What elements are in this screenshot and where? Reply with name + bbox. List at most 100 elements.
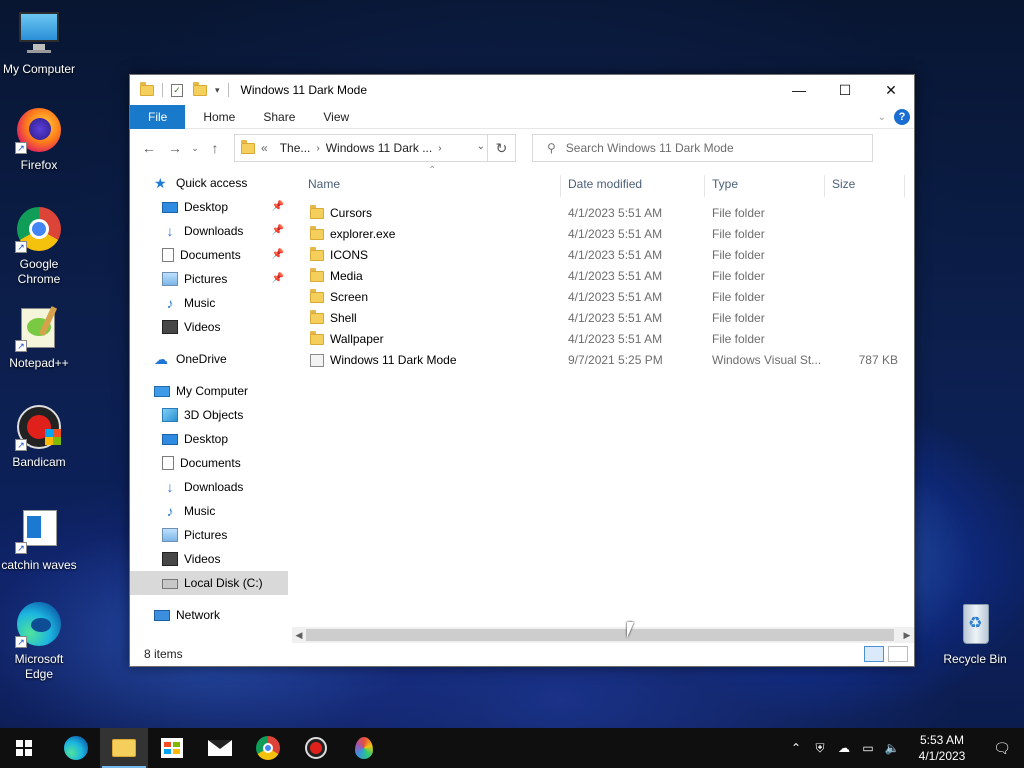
nav-qa-documents[interactable]: Documents 📌 [130, 243, 288, 267]
breadcrumb-chevron-icon[interactable]: › [438, 143, 441, 154]
notifications-icon[interactable]: 🗨 [980, 740, 1024, 757]
file-row[interactable]: Cursors 4/1/2023 5:51 AM File folder [292, 203, 914, 224]
pin-icon[interactable]: 📌 [272, 267, 284, 291]
breadcrumb-overflow[interactable]: « [255, 141, 274, 155]
breadcrumb-item[interactable]: Windows 11 Dark ... [320, 141, 438, 155]
file-name: Media [330, 269, 363, 283]
nav-pc-3d-objects[interactable]: 3D Objects [130, 403, 288, 427]
properties-icon[interactable]: ✓ [171, 83, 183, 97]
file-row[interactable]: Windows 11 Dark Mode 9/7/2021 5:25 PM Wind… [292, 350, 914, 371]
refresh-icon[interactable]: ↻ [487, 135, 515, 161]
nav-qa-downloads[interactable]: ↓ Downloads 📌 [130, 219, 288, 243]
nav-pc-pictures[interactable]: Pictures [130, 523, 288, 547]
nav-pc-documents[interactable]: Documents [130, 451, 288, 475]
taskbar-edge[interactable] [52, 728, 100, 768]
new-folder-icon[interactable] [193, 81, 207, 96]
nav-network[interactable]: Network [130, 603, 288, 627]
shortcut-arrow-icon: ↗ [15, 439, 27, 451]
scroll-right-icon[interactable]: ▶ [900, 627, 914, 643]
file-row[interactable]: ICONS 4/1/2023 5:51 AM File folder [292, 245, 914, 266]
clock[interactable]: 5:53 AM 4/1/2023 [904, 732, 980, 764]
volume-icon[interactable]: 🔈 [880, 741, 904, 755]
file-row[interactable]: Media 4/1/2023 5:51 AM File folder [292, 266, 914, 287]
file-date: 4/1/2023 5:51 AM [568, 332, 663, 346]
desktop-icon-recycle-bin[interactable]: ♻ Recycle Bin [936, 600, 1014, 667]
file-row[interactable]: Screen 4/1/2023 5:51 AM File folder [292, 287, 914, 308]
help-icon[interactable]: ? [894, 109, 910, 125]
file-row[interactable]: explorer.exe 4/1/2023 5:51 AM File folder [292, 224, 914, 245]
breadcrumb-item[interactable]: The... [274, 141, 317, 155]
column-header-size[interactable]: Size [816, 171, 906, 197]
large-icons-view-icon[interactable] [888, 646, 908, 662]
column-divider[interactable] [904, 175, 905, 197]
file-row[interactable]: Wallpaper 4/1/2023 5:51 AM File folder [292, 329, 914, 350]
file-type: File folder [712, 206, 765, 220]
scroll-left-icon[interactable]: ◀ [292, 627, 306, 643]
forward-icon[interactable]: → [162, 140, 188, 156]
desktop-icon-microsoft-edge[interactable]: ↗ Microsoft Edge [0, 600, 78, 682]
nav-pc-desktop[interactable]: Desktop [130, 427, 288, 451]
taskbar-store[interactable] [148, 728, 196, 768]
desktop-icon-google-chrome[interactable]: ↗ Google Chrome [0, 205, 78, 287]
onedrive-icon[interactable]: ☁ [832, 741, 856, 755]
nav-label: My Computer [176, 384, 249, 398]
nav-label: Desktop [184, 200, 229, 214]
taskbar-bandicam[interactable] [292, 728, 340, 768]
column-header-date[interactable]: Date modified [552, 171, 692, 197]
taskbar-file-explorer[interactable] [100, 728, 148, 768]
file-row[interactable]: Shell 4/1/2023 5:51 AM File folder [292, 308, 914, 329]
pin-icon[interactable]: 📌 [272, 195, 284, 219]
address-bar[interactable]: « The... › Windows 11 Dark ... › ⌄ ↻ [234, 134, 516, 162]
pin-icon[interactable]: 📌 [272, 219, 284, 243]
taskbar-chrome[interactable] [244, 728, 292, 768]
desktop-icon-firefox[interactable]: ↗ Firefox [0, 106, 78, 173]
scrollbar-thumb[interactable] [306, 629, 894, 641]
taskbar-paint[interactable] [340, 728, 388, 768]
monitor-icon [15, 10, 63, 58]
desktop-icon-catchin-waves[interactable]: ↗ catchin waves [0, 506, 78, 573]
nav-qa-videos[interactable]: Videos [130, 315, 288, 339]
tab-view[interactable]: View [309, 105, 363, 129]
recent-locations-icon[interactable]: ⌄ [188, 143, 202, 154]
show-hidden-icons-icon[interactable]: ⌃ [784, 741, 808, 755]
desktop-icon-my-computer[interactable]: My Computer [0, 10, 78, 77]
tab-file[interactable]: File [130, 104, 186, 129]
bandicam-icon [305, 737, 327, 759]
details-view-icon[interactable] [864, 646, 884, 662]
minimize-button[interactable]: — [776, 75, 822, 105]
nav-label: Pictures [184, 528, 228, 542]
nav-pc-music[interactable]: ♪ Music [130, 499, 288, 523]
start-button[interactable] [0, 728, 48, 768]
maximize-button[interactable]: ☐ [822, 75, 868, 105]
up-icon[interactable]: ↑ [202, 140, 228, 156]
nav-pc-local-disk[interactable]: Local Disk (C:) [130, 571, 288, 595]
horizontal-scrollbar[interactable]: ◀ ▶ [292, 627, 914, 643]
close-button[interactable]: ✕ [868, 75, 914, 105]
nav-onedrive[interactable]: ☁ OneDrive [130, 347, 288, 371]
customize-qat-icon[interactable]: ▾ [215, 85, 220, 96]
nav-quick-access[interactable]: ★ Quick access [130, 171, 288, 195]
column-header-name[interactable]: Name [292, 171, 548, 197]
desktop-icon-bandicam[interactable]: ↗ Bandicam [0, 403, 78, 470]
network-icon[interactable]: ▭ [856, 741, 880, 755]
search-box[interactable]: ⚲ Search Windows 11 Dark Mode [532, 134, 873, 162]
pin-icon[interactable]: 📌 [272, 243, 284, 267]
nav-qa-desktop[interactable]: Desktop 📌 [130, 195, 288, 219]
desktop-icon-label: Firefox [20, 158, 58, 172]
nav-my-computer[interactable]: My Computer [130, 379, 288, 403]
desktop-icon-notepad-plus-plus[interactable]: ↗ Notepad++ [0, 304, 78, 371]
back-icon[interactable]: ← [136, 140, 162, 156]
tab-home[interactable]: Home [189, 105, 249, 129]
expand-ribbon-icon[interactable]: ⌄ [878, 112, 886, 123]
tab-share[interactable]: Share [249, 105, 309, 129]
nav-pc-videos[interactable]: Videos [130, 547, 288, 571]
nav-qa-pictures[interactable]: Pictures 📌 [130, 267, 288, 291]
file-list: ⌃ Name Date modified Type Size Cursors 4/… [292, 165, 914, 625]
column-header-type[interactable]: Type [696, 171, 812, 197]
taskbar-mail[interactable] [196, 728, 244, 768]
nav-qa-music[interactable]: ♪ Music [130, 291, 288, 315]
nav-pc-downloads[interactable]: ↓ Downloads [130, 475, 288, 499]
nav-label: Downloads [184, 480, 244, 494]
address-dropdown-icon[interactable]: ⌄ [477, 141, 485, 152]
windows-security-icon[interactable]: ⛨ [808, 741, 832, 756]
